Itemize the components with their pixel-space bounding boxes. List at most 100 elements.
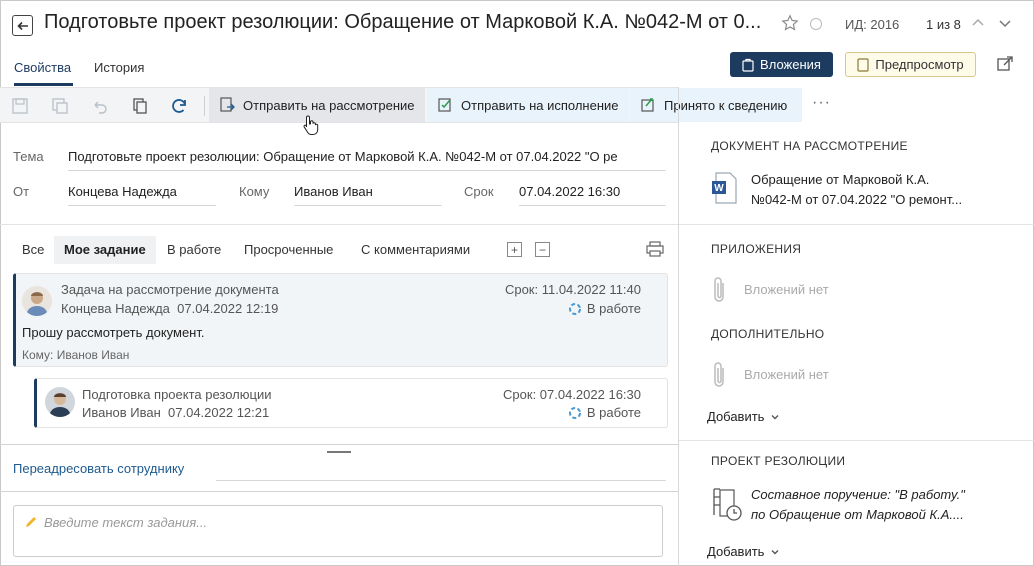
avatar <box>45 387 75 417</box>
task-card[interactable]: Задача на рассмотрение документа Концева… <box>13 273 668 367</box>
subject-label: Тема <box>13 149 44 164</box>
assignment-clock-icon <box>713 488 742 521</box>
acknowledge-button[interactable]: Принято к сведению <box>630 88 802 122</box>
send-execution-label: Отправить на исполнение <box>461 97 619 113</box>
attachments-empty: Вложений нет <box>744 282 829 297</box>
undo-icon[interactable] <box>91 97 109 115</box>
header: Подготовьте проект резолюции: Обращение … <box>0 0 1034 50</box>
due-label: Срок <box>464 184 494 199</box>
refresh-icon[interactable] <box>170 97 188 115</box>
subject-field[interactable]: Подготовьте проект резолюции: Обращение … <box>68 149 666 171</box>
doc-id: ИД: 2016 <box>845 17 900 32</box>
task-title: Задача на рассмотрение документа <box>61 282 279 297</box>
attachments-header: ПРИЛОЖЕНИЯ <box>711 242 802 256</box>
hand-cursor-icon <box>303 115 319 135</box>
section-divider <box>0 491 678 492</box>
paperclip-icon <box>742 58 754 72</box>
send-document-icon <box>220 97 235 112</box>
word-document-icon: W <box>712 172 737 204</box>
paperclip-icon <box>714 277 724 302</box>
task-author: Концева Надежда 07.04.2022 12:19 <box>61 301 279 316</box>
add-additional-button[interactable]: Добавить <box>707 409 780 424</box>
additional-empty: Вложений нет <box>744 367 829 382</box>
task-text-input[interactable]: Введите текст задания... <box>13 505 663 557</box>
right-divider <box>679 440 1034 441</box>
status-circle-icon[interactable] <box>810 18 822 30</box>
more-actions-button[interactable]: ··· <box>812 94 831 112</box>
filter-in-progress[interactable]: В работе <box>167 242 221 257</box>
save-close-icon[interactable] <box>51 97 69 115</box>
copy-icon[interactable] <box>131 97 149 115</box>
pager-label: 1 из 8 <box>926 17 961 32</box>
attachments-label: Вложения <box>760 57 821 72</box>
filter-my-task[interactable]: Мое задание <box>64 242 146 257</box>
tab-properties[interactable]: Свойства <box>14 60 71 75</box>
tab-history[interactable]: История <box>94 60 144 75</box>
send-review-label: Отправить на рассмотрение <box>243 97 415 113</box>
chevron-down-icon <box>771 414 779 419</box>
svg-text:W: W <box>714 183 724 194</box>
task-due: Срок: 11.04.2022 11:40 <box>504 282 641 297</box>
task-title: Подготовка проекта резолюции <box>82 387 272 402</box>
doc-review-header: ДОКУМЕНТ НА РАССМОТРЕНИЕ <box>711 139 908 153</box>
additional-header: ДОПОЛНИТЕЛЬНО <box>711 327 825 341</box>
back-button[interactable] <box>12 15 33 36</box>
resolution-link[interactable]: Составное поручение: "В работу." по Обращ… <box>751 485 965 525</box>
preview-label: Предпросмотр <box>875 57 964 72</box>
resolution-header: ПРОЕКТ РЕЗОЛЮЦИИ <box>711 454 846 468</box>
in-progress-icon <box>568 406 581 419</box>
attachments-button[interactable]: Вложения <box>730 52 833 77</box>
filter-with-comments[interactable]: С комментариями <box>361 242 470 257</box>
task-author: Иванов Иван 07.04.2022 12:21 <box>82 405 270 420</box>
review-document-link[interactable]: Обращение от Марковой К.А. №042-М от 07.0… <box>751 170 962 210</box>
vertical-divider <box>678 87 679 566</box>
page-title: Подготовьте проект резолюции: Обращение … <box>44 11 762 33</box>
avatar <box>22 286 52 316</box>
collapse-all-button[interactable]: − <box>535 242 550 257</box>
popout-icon[interactable] <box>996 55 1014 73</box>
chevron-down-icon <box>771 549 779 554</box>
filter-overdue[interactable]: Просроченные <box>244 242 333 257</box>
toolbar-separator <box>204 96 205 116</box>
tab-bar: Свойства История <box>0 52 680 86</box>
splitter-handle[interactable] <box>327 451 351 453</box>
task-status: В работе <box>568 405 641 420</box>
avatar-male-icon <box>49 393 71 417</box>
document-icon <box>857 57 870 72</box>
checked-document-icon <box>438 98 451 112</box>
right-divider <box>679 224 1034 225</box>
avatar-female-icon <box>26 292 48 316</box>
panel-splitter <box>0 444 678 445</box>
task-filters: Все Мое задание В работе Просроченные С … <box>0 232 678 268</box>
task-recipient: Кому: Иванов Иван <box>22 348 130 362</box>
expand-all-button[interactable]: + <box>507 242 522 257</box>
forward-to-employee-link[interactable]: Переадресовать сотруднику <box>13 461 184 476</box>
acknowledge-icon <box>641 98 654 112</box>
section-divider <box>0 224 678 225</box>
filter-all[interactable]: Все <box>22 242 44 257</box>
save-icon[interactable] <box>11 97 29 115</box>
from-field[interactable]: Концева Надежда <box>68 184 216 206</box>
pencil-icon <box>26 517 36 527</box>
chevron-down-icon[interactable] <box>997 15 1013 31</box>
star-icon[interactable] <box>781 14 799 32</box>
chevron-up-icon[interactable] <box>970 15 986 31</box>
in-progress-icon <box>568 302 581 315</box>
paperclip-icon <box>714 362 724 387</box>
to-label: Кому <box>239 184 270 199</box>
active-tab-indicator <box>14 83 73 86</box>
task-card[interactable]: Подготовка проекта резолюции Иванов Иван… <box>34 378 668 428</box>
task-body: Прошу рассмотреть документ. <box>22 325 205 340</box>
preview-button[interactable]: Предпросмотр <box>845 52 976 77</box>
arrow-left-icon <box>16 21 28 30</box>
to-field[interactable]: Иванов Иван <box>294 184 442 206</box>
acknowledge-label: Принято к сведению <box>664 97 788 113</box>
add-resolution-button[interactable]: Добавить <box>707 544 780 559</box>
due-field[interactable]: 07.04.2022 16:30 <box>519 184 666 206</box>
send-execution-button[interactable]: Отправить на исполнение <box>427 88 629 122</box>
toolbar: Отправить на рассмотрение Отправить на и… <box>0 87 802 123</box>
forward-employee-field[interactable] <box>216 480 666 481</box>
task-input-placeholder: Введите текст задания... <box>44 515 208 530</box>
print-icon[interactable] <box>646 241 664 257</box>
task-due: Срок: 07.04.2022 16:30 <box>503 387 641 402</box>
